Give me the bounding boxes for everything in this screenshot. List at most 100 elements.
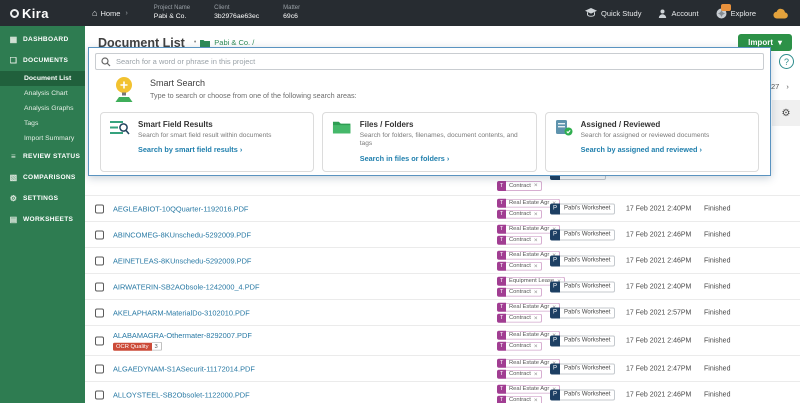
document-tag[interactable]: TContract× [497, 261, 542, 271]
help-button[interactable]: ? [779, 54, 794, 69]
row-checkbox[interactable] [95, 256, 104, 265]
document-tag[interactable]: TContract× [497, 395, 542, 403]
home-link[interactable]: ⌂ Home › [92, 8, 130, 18]
next-page-icon[interactable]: › [786, 82, 789, 91]
sidebar-item-import-summary[interactable]: Import Summary [0, 131, 85, 146]
sidebar-item-dashboard[interactable]: ▦ DASHBOARD [0, 29, 85, 50]
sidebar-item-analysis-chart[interactable]: Analysis Chart [0, 86, 85, 101]
document-tag[interactable]: TContract× [497, 287, 542, 297]
explore-button[interactable]: Explore [716, 8, 756, 19]
sidebar-item-tags[interactable]: Tags [0, 116, 85, 131]
document-name-link[interactable]: ALGAEDYNAM-S1ASecurit-11172014.PDF [113, 364, 255, 373]
sidebar-item-analysis-graphs[interactable]: Analysis Graphs [0, 101, 85, 116]
document-name-link[interactable]: ALLOYSTEEL-SB2Obsolet-1122000.PDF [113, 390, 250, 399]
document-name-link[interactable]: AEINETLEAS-8KUnschedu-5292009.PDF [113, 256, 251, 265]
card-title: Files / Folders [360, 120, 527, 129]
worksheet-badge[interactable]: P Pabi's Worksheet [550, 229, 615, 240]
document-tag[interactable]: TContract× [497, 235, 542, 245]
import-status: Finished [704, 283, 730, 290]
tag-remove-icon[interactable]: × [534, 182, 538, 189]
worksheet-badge[interactable]: P Pabi's Worksheet [550, 281, 615, 292]
sidebar-item-label: WORKSHEETS [23, 216, 73, 223]
table-settings-gear-icon[interactable]: ⚙ [782, 108, 791, 119]
import-date: 17 Feb 2021 2:46PM [626, 391, 691, 398]
search-in-files-link[interactable]: Search in files or folders › [360, 154, 527, 163]
explore-label: Explore [731, 9, 756, 18]
search-by-smart-field-link[interactable]: Search by smart field results › [138, 145, 271, 154]
document-tag[interactable]: TContract× [497, 341, 542, 351]
search-by-assigned-link[interactable]: Search by assigned and reviewed › [581, 145, 710, 154]
table-row: AEINETLEAS-8KUnschedu-5292009.PDF TReal … [85, 248, 800, 274]
breadcrumb[interactable]: • Pabi & Co. / [194, 38, 254, 47]
worksheet-badge[interactable]: P Pabi's Worksheet [550, 307, 615, 318]
tag-remove-icon[interactable]: × [534, 397, 538, 403]
row-checkbox[interactable] [95, 336, 104, 345]
document-tag[interactable]: TContract× [497, 209, 542, 219]
worksheet-badge[interactable]: P Pabi's Worksheet [550, 335, 615, 346]
tag-label: Real Estate Agr [509, 360, 549, 366]
worksheet-name: Pabi's Worksheet [560, 363, 615, 374]
account-button[interactable]: Account [658, 9, 698, 18]
tag-remove-icon[interactable]: × [534, 315, 538, 322]
tag-remove-icon[interactable]: × [534, 263, 538, 270]
tag-label: Real Estate Agr [509, 200, 549, 206]
worksheet-name: Pabi's Worksheet [560, 307, 615, 318]
tag-type-icon: T [497, 313, 506, 323]
document-name-link[interactable]: AIRWATERIN-SB2AObsole-1242000_4.PDF [113, 282, 260, 291]
document-name-link[interactable]: AKELAPHARM-MaterialDo-3102010.PDF [113, 308, 250, 317]
tag-remove-icon[interactable]: × [534, 211, 538, 218]
sidebar-item-review-status[interactable]: ≡ REVIEW STATUS [0, 146, 85, 167]
worksheet-letter-icon: P [550, 335, 560, 346]
worksheet-name: Pabi's Worksheet [560, 255, 615, 266]
table-row: AEGLEABIOT-10QQuarter-1192016.PDF TReal … [85, 196, 800, 222]
document-name-link[interactable]: ABINCOMEG-8KUnschedu-5292009.PDF [113, 230, 251, 239]
sidebar-item-document-list[interactable]: Document List [0, 71, 85, 86]
sidebar-item-documents[interactable]: ❏ DOCUMENTS [0, 50, 85, 71]
quick-study-button[interactable]: Quick Study [585, 8, 641, 18]
client-label: Client [214, 4, 259, 12]
row-checkbox[interactable] [95, 204, 104, 213]
upload-cloud-icon[interactable] [773, 8, 788, 19]
sidebar-item-settings[interactable]: ⚙ SETTINGS [0, 188, 85, 209]
worksheet-badge[interactable]: P Pabi's Worksheet [550, 363, 615, 374]
project-search-input[interactable] [116, 57, 758, 66]
worksheet-badge[interactable]: P Pabi's Worksheet [550, 255, 615, 266]
worksheet-badge[interactable]: P Pabi's Worksheet [550, 203, 615, 214]
document-tag[interactable]: TContract× [497, 313, 542, 323]
document-tag[interactable]: T Contract× [497, 181, 542, 191]
page-number[interactable]: 27 [771, 82, 779, 91]
row-checkbox[interactable] [95, 390, 104, 399]
import-status: Finished [704, 257, 730, 264]
worksheet-badge[interactable]: P Pabi's Worksheet [550, 389, 615, 400]
row-checkbox[interactable] [95, 308, 104, 317]
worksheet-letter-icon: P [550, 307, 560, 318]
sidebar-item-label: REVIEW STATUS [23, 153, 80, 160]
search-icon [101, 57, 111, 67]
tag-type-icon: T [497, 198, 506, 208]
document-name-cell: AKELAPHARM-MaterialDo-3102010.PDF [113, 308, 250, 317]
search-bar[interactable] [95, 53, 764, 70]
sidebar-item-worksheets[interactable]: ▤ WORKSHEETS [0, 209, 85, 230]
bullet-icon: • [194, 39, 196, 46]
worksheet-name: Pabi's Worksheet [560, 389, 615, 400]
row-checkbox[interactable] [95, 230, 104, 239]
breadcrumb-project: Pabi & Co. / [214, 38, 254, 47]
tag-remove-icon[interactable]: × [534, 237, 538, 244]
card-assigned-reviewed: Assigned / Reviewed Search for assigned … [545, 112, 759, 172]
sidebar-item-comparisons[interactable]: ▧ COMPARISONS [0, 167, 85, 188]
document-table: T Contract× AEGLEABIOT-10QQuarter-119201… [85, 160, 800, 403]
tag-remove-icon[interactable]: × [534, 343, 538, 350]
document-name-link[interactable]: AEGLEABIOT-10QQuarter-1192016.PDF [113, 204, 248, 213]
smart-search-header: Smart Search Type to search or choose fr… [111, 75, 770, 103]
kira-logo[interactable]: Kira [0, 6, 80, 21]
review-status-icon: ≡ [9, 152, 18, 161]
row-checkbox[interactable] [95, 282, 104, 291]
import-status: Finished [704, 365, 730, 372]
tag-remove-icon[interactable]: × [534, 371, 538, 378]
document-tag[interactable]: TContract× [497, 369, 542, 379]
import-date: 17 Feb 2021 2:40PM [626, 283, 691, 290]
document-name-link[interactable]: ALABAMAGRA-Othermater-8292007.PDF [113, 330, 252, 339]
tag-label: Contract [509, 289, 531, 295]
row-checkbox[interactable] [95, 364, 104, 373]
tag-remove-icon[interactable]: × [534, 289, 538, 296]
